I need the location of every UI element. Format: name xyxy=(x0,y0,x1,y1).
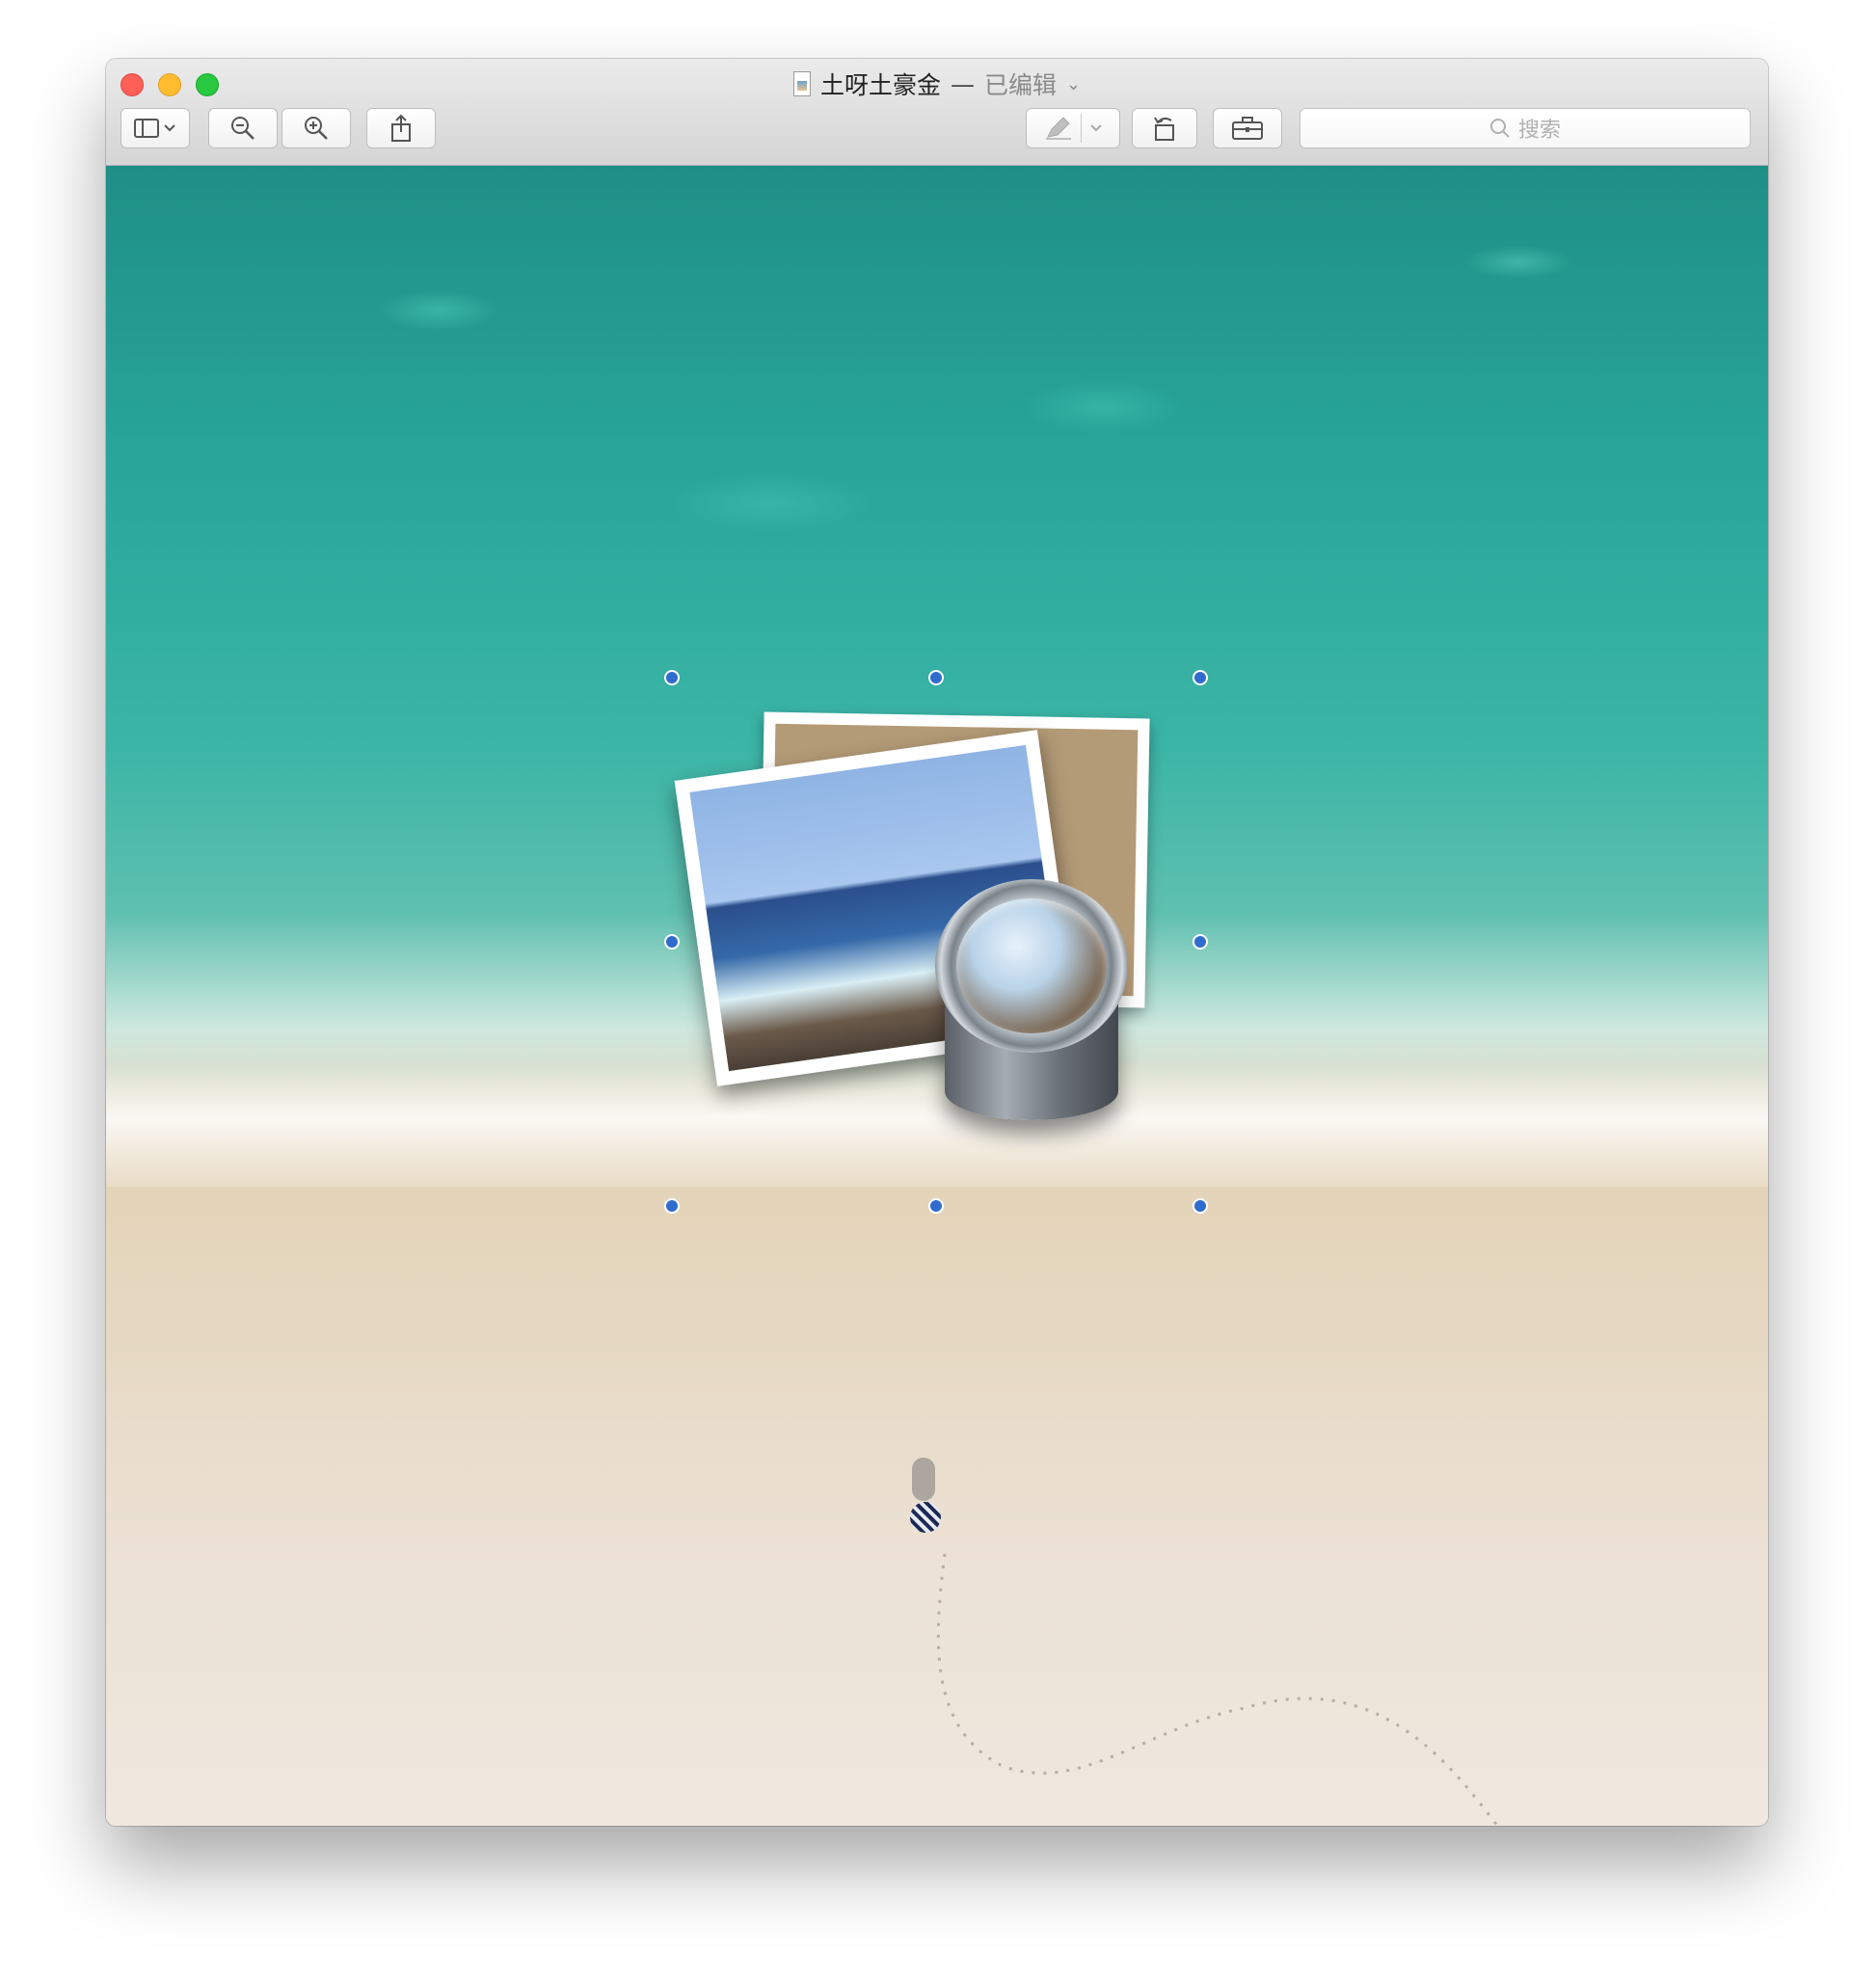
loupe-lens xyxy=(956,898,1107,1033)
preview-app-icon[interactable] xyxy=(674,711,1157,1159)
button-divider xyxy=(1080,114,1082,143)
selection-handle-bottom[interactable] xyxy=(928,1198,944,1214)
footprints-trail xyxy=(925,1553,1600,1826)
toolbox-button[interactable] xyxy=(1213,108,1282,148)
chevron-down-icon: ⌄ xyxy=(1065,73,1082,94)
selection-handle-right[interactable] xyxy=(1193,934,1208,950)
zoom-in-icon xyxy=(305,117,328,140)
selection-handle-top-right[interactable] xyxy=(1193,670,1208,685)
chevron-down-icon xyxy=(1089,124,1102,132)
selection-handle-top[interactable] xyxy=(928,670,944,685)
striped-umbrella xyxy=(910,1502,941,1533)
toolbox-icon xyxy=(1232,117,1263,140)
zoom-out-icon xyxy=(231,117,255,140)
markup-button[interactable] xyxy=(1026,108,1120,148)
search-icon xyxy=(1489,119,1510,138)
zoom-out-button[interactable] xyxy=(208,108,278,148)
title-separator: — xyxy=(950,69,975,98)
share-button[interactable] xyxy=(366,108,436,148)
pen-icon xyxy=(1045,117,1071,140)
title-bar: 土呀土豪金 — 已编辑 ⌄ 搜索 xyxy=(106,59,1768,166)
share-icon xyxy=(391,114,411,142)
rotate-button[interactable] xyxy=(1132,108,1197,148)
person-with-umbrella xyxy=(906,1458,945,1554)
edited-status: 已编辑 xyxy=(983,71,1057,99)
loupe-icon xyxy=(935,879,1128,1139)
window-title[interactable]: 土呀土豪金 — 已编辑 ⌄ xyxy=(106,67,1768,101)
image-canvas[interactable] xyxy=(106,166,1768,1826)
selection-handle-left[interactable] xyxy=(664,934,680,950)
person-shadow xyxy=(912,1458,935,1501)
chevron-down-icon xyxy=(164,124,175,132)
selection-handle-bottom-left[interactable] xyxy=(664,1198,680,1214)
zoom-in-button[interactable] xyxy=(281,108,351,148)
document-name: 土呀土豪金 xyxy=(819,71,941,99)
selection-handle-top-left[interactable] xyxy=(664,670,680,685)
document-icon xyxy=(792,71,811,96)
sidebar-toggle-button[interactable] xyxy=(121,108,190,148)
rotate-left-icon xyxy=(1154,117,1174,141)
selection-handle-bottom-right[interactable] xyxy=(1193,1198,1208,1214)
search-field[interactable]: 搜索 xyxy=(1300,108,1751,148)
preview-window: 土呀土豪金 — 已编辑 ⌄ 搜索 xyxy=(106,59,1768,1826)
footprints-path xyxy=(936,1553,1500,1826)
search-placeholder: 搜索 xyxy=(1517,119,1561,143)
sidebar-icon xyxy=(134,119,159,138)
